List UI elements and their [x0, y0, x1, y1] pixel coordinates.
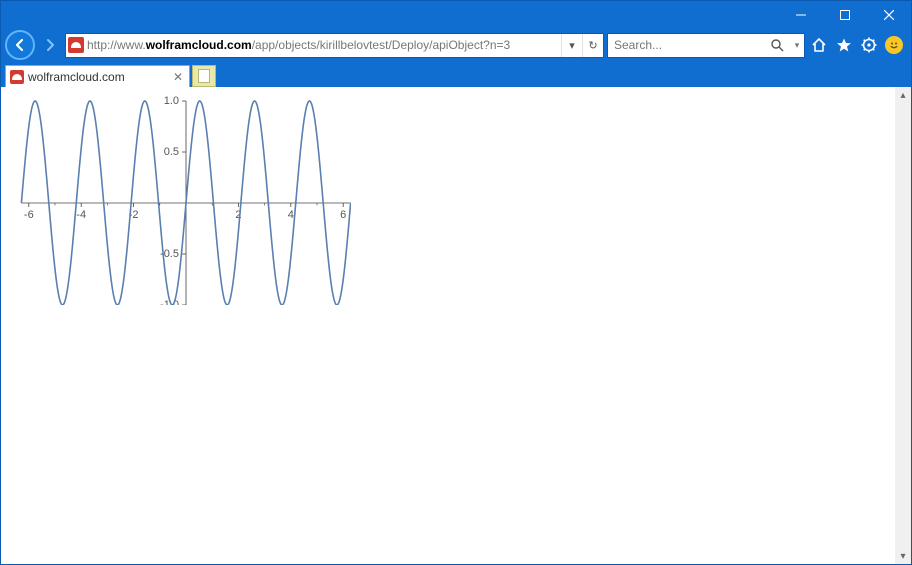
address-bar[interactable]: http://www.wolframcloud.com/app/objects/… — [65, 33, 604, 58]
svg-text:4: 4 — [288, 209, 294, 221]
search-placeholder: Search... — [614, 38, 662, 52]
svg-text:-4: -4 — [76, 209, 86, 221]
svg-text:6: 6 — [340, 209, 346, 221]
tab-close-button[interactable]: ✕ — [171, 70, 185, 84]
svg-text:1.0: 1.0 — [164, 95, 179, 107]
wolfram-favicon — [68, 37, 84, 53]
search-options-button[interactable]: ▾ — [790, 40, 804, 51]
home-icon[interactable] — [808, 34, 830, 56]
minimize-button[interactable] — [779, 1, 823, 29]
feedback-icon[interactable] — [883, 34, 905, 56]
scroll-down-button[interactable]: ▾ — [895, 548, 911, 564]
url-dropdown-button[interactable]: ▾ — [561, 34, 582, 57]
tab-strip: wolframcloud.com ✕ — [1, 62, 911, 87]
new-tab-button[interactable] — [192, 65, 216, 87]
svg-text:0.5: 0.5 — [164, 146, 179, 158]
search-box[interactable]: Search... ▾ — [607, 33, 805, 58]
refresh-button[interactable]: ↻ — [582, 34, 603, 57]
tools-icon[interactable] — [858, 34, 880, 56]
page-content: -6-4-2246-1.0-0.50.51.0 ▴ ▾ — [1, 87, 911, 564]
favorites-icon[interactable] — [833, 34, 855, 56]
back-button[interactable] — [5, 30, 35, 60]
browser-toolbar: http://www.wolframcloud.com/app/objects/… — [1, 29, 911, 62]
svg-text:-6: -6 — [24, 209, 34, 221]
forward-button[interactable] — [38, 33, 62, 57]
maximize-button[interactable] — [823, 1, 867, 29]
tab-title: wolframcloud.com — [28, 70, 125, 84]
url-text: http://www.wolframcloud.com/app/objects/… — [87, 38, 561, 52]
close-button[interactable] — [867, 1, 911, 29]
search-submit-button[interactable] — [764, 34, 790, 57]
browser-tab[interactable]: wolframcloud.com ✕ — [5, 65, 190, 87]
wolfram-favicon — [10, 70, 24, 84]
window-titlebar — [1, 1, 911, 29]
scroll-up-button[interactable]: ▴ — [895, 87, 911, 103]
vertical-scrollbar[interactable]: ▴ ▾ — [895, 87, 911, 564]
sine-plot: -6-4-2246-1.0-0.50.51.0 — [6, 92, 351, 305]
